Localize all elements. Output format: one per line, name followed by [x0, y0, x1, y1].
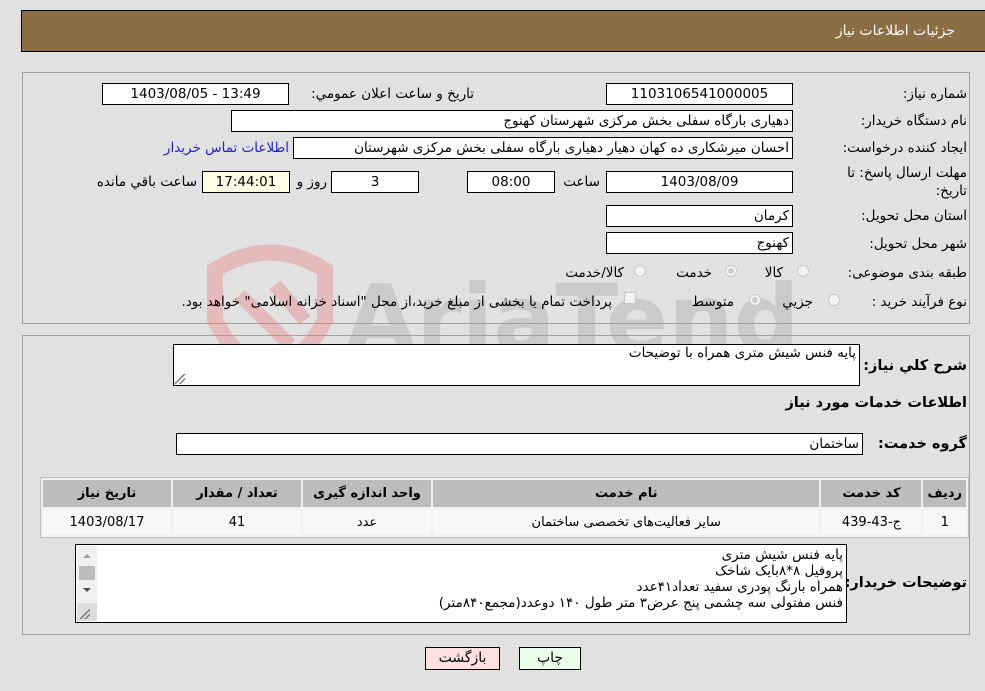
print-button[interactable]: چاپ: [519, 647, 581, 670]
process-option-partial: جزيي: [782, 294, 813, 310]
category-option-goods: کالا: [764, 265, 783, 281]
buyer-notes-line: فنس مفتولی سه چشمی پنج عرض۳ متر طول ۱۴۰ …: [438, 595, 843, 611]
deadline-time-label: ساعت: [563, 174, 600, 190]
process-radio-partial[interactable]: [828, 294, 840, 306]
buyer-notes-line: همراه بارنگ پودری سفید تعداد۴۱عدد: [636, 579, 843, 595]
buyer-org-field[interactable]: دهیاری بارگاه سفلی بخش مرکزی شهرستان کهن…: [231, 110, 793, 132]
col-header-unit: واحد اندازه گیری: [303, 480, 431, 507]
resize-grip-icon[interactable]: [80, 609, 90, 619]
city-label: شهر محل تحویل:: [869, 236, 967, 252]
col-header-row-number: ردیف: [923, 480, 966, 507]
deadline-label-line1: مهلت ارسال پاسخ: تا: [847, 165, 967, 181]
category-radio-goods-service[interactable]: [634, 265, 646, 277]
resize-grip-icon[interactable]: [175, 374, 185, 384]
cell-unit: عدد: [303, 509, 431, 535]
requester-label: ایجاد کننده درخواست:: [842, 140, 967, 156]
category-option-goods-service: کالا/خدمت: [565, 265, 624, 281]
announce-field[interactable]: 1403/08/05 - 13:49: [102, 83, 289, 105]
cell-row-number: 1: [923, 509, 966, 535]
col-header-need-date: تاریخ نیاز: [43, 480, 171, 507]
process-label: نوع فرآیند خرید :: [871, 294, 967, 310]
scroll-thumb[interactable]: [79, 566, 95, 580]
col-header-quantity: تعداد / مقدار: [173, 480, 301, 507]
category-option-service: خدمت: [676, 265, 712, 281]
table-header-row: ردیف کد خدمت نام خدمت واحد اندازه گیری ت…: [43, 480, 966, 507]
buyer-org-label: نام دستگاه خريدار:: [860, 113, 967, 129]
resize-corner[interactable]: [77, 603, 97, 621]
need-number-label: شماره نیاز:: [902, 86, 967, 102]
page-header: جزئیات اطلاعات نیاز: [21, 10, 985, 52]
category-radio-service[interactable]: [725, 265, 737, 277]
category-label: طبقه بندی موضوعی:: [847, 265, 967, 281]
treasury-note: پرداخت تمام یا بخشی از مبلغ خرید،از محل …: [181, 294, 612, 310]
buyer-notes-label: توضیحات خریدار:: [844, 575, 967, 591]
days-label: روز و: [296, 174, 327, 190]
process-radio-medium[interactable]: [749, 294, 761, 306]
table-row: 1 ج-43-439 سایر فعالیت‌های تخصصی ساختمان…: [43, 509, 966, 535]
cell-service-code: ج-43-439: [821, 509, 922, 535]
cell-service-name: سایر فعالیت‌های تخصصی ساختمان: [433, 509, 820, 535]
services-table: ردیف کد خدمت نام خدمت واحد اندازه گیری ت…: [40, 477, 969, 538]
buyer-contact-link[interactable]: اطلاعات تماس خریدار: [164, 140, 289, 156]
deadline-time-field[interactable]: 08:00: [467, 171, 555, 193]
buyer-notes-textarea[interactable]: پایه فنس شیش متری پروفیل ۸*۸بایک شاخک هم…: [75, 544, 847, 623]
process-option-medium: متوسط: [691, 294, 734, 310]
requester-field[interactable]: احسان میرشکاری ده کهان دهیار دهیاری بارگ…: [293, 137, 793, 159]
services-section-title: اطلاعات خدمات مورد نیاز: [785, 395, 967, 411]
buyer-notes-line: پایه فنس شیش متری: [721, 547, 843, 563]
cell-quantity: 41: [173, 509, 301, 535]
need-number-field[interactable]: 1103106541000005: [606, 83, 793, 105]
scroll-down-icon[interactable]: [83, 588, 91, 592]
col-header-service-name: نام خدمت: [433, 480, 820, 507]
back-button[interactable]: بازگشت: [425, 647, 500, 670]
province-field[interactable]: کرمان: [606, 205, 793, 227]
summary-label: شرح کلي نياز:: [863, 358, 967, 374]
scrollbar[interactable]: [77, 546, 97, 604]
time-remaining-label: ساعت باقي مانده: [96, 174, 197, 190]
buyer-notes-line: پروفیل ۸*۸بایک شاخک: [715, 563, 843, 579]
summary-text: پایه فنس شیش متری همراه با توضیحات: [628, 345, 856, 361]
deadline-label-line2: تاریخ:: [935, 183, 967, 199]
cell-need-date: 1403/08/17: [43, 509, 171, 535]
days-remaining-field[interactable]: 3: [331, 171, 419, 193]
province-label: استان محل تحویل:: [861, 208, 967, 224]
page-title: جزئیات اطلاعات نیاز: [835, 23, 955, 39]
deadline-date-field[interactable]: 1403/08/09: [606, 171, 793, 193]
col-header-service-code: کد خدمت: [821, 480, 922, 507]
treasury-checkbox[interactable]: [624, 292, 636, 304]
city-field[interactable]: کهنوج: [606, 232, 793, 254]
time-remaining-field: 17:44:01: [202, 171, 290, 193]
service-group-field[interactable]: ساختمان: [176, 433, 863, 455]
service-group-label: گروه خدمت:: [877, 436, 967, 452]
category-radio-goods[interactable]: [797, 265, 809, 277]
summary-textarea[interactable]: پایه فنس شیش متری همراه با توضیحات: [173, 344, 860, 386]
scroll-up-icon[interactable]: [83, 554, 91, 558]
announce-label: تاریخ و ساعت اعلان عمومي:: [311, 86, 474, 102]
